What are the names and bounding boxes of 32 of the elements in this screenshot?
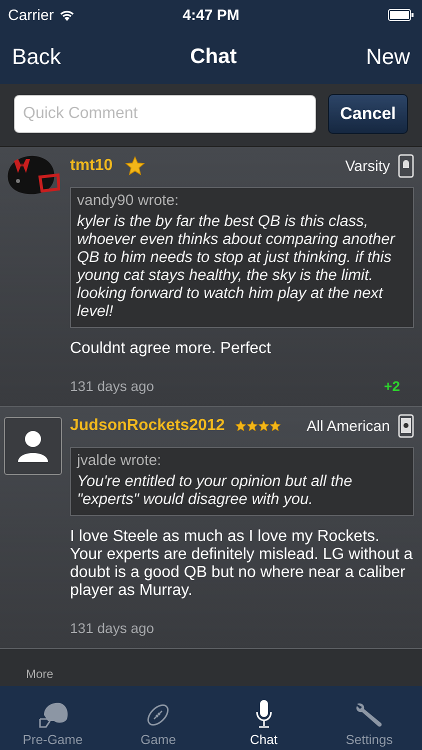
quick-comment-field[interactable]: Quick Comment (14, 95, 316, 133)
tab-bar-item[interactable]: Pre-Game (0, 686, 106, 750)
quote-author: vandy90 wrote: (77, 192, 180, 209)
username[interactable]: JudsonRockets2012 (70, 417, 225, 435)
rank-label: All American (306, 418, 390, 434)
username[interactable]: tmt10 (70, 157, 113, 175)
comment-text: Couldnt agree more. Perfect (70, 340, 272, 358)
battery-icon (388, 9, 414, 21)
microphone-icon (254, 699, 274, 729)
quote-text: You're entitled to your opinion but all the "experts" would disagree with you. (77, 473, 354, 509)
quote-author: jvalde wrote: (77, 452, 162, 469)
cancel-button[interactable]: Cancel (328, 94, 408, 134)
star-icon (124, 156, 145, 176)
tab-bar-item[interactable]: Game (106, 686, 211, 750)
wrench-icon (354, 701, 384, 729)
user-avatar-icon (4, 417, 62, 475)
new-button[interactable]: New (364, 42, 412, 72)
tab-bar-item[interactable]: Chat (211, 686, 316, 750)
quote-text: kyler is the by far the best QB is this class, whoever even thinks about comparing another QB to him needs to stop at just thinking. if this young cat stays healthy, the sky is the limit. looking forward to watch him play at the next level! (77, 213, 396, 321)
vote-count: +2 (384, 378, 400, 394)
post-time: 131 days ago (70, 378, 154, 394)
rank-label: Varsity (345, 158, 390, 174)
tab-bar-item[interactable]: Settings (316, 686, 422, 750)
stars-icon (234, 420, 281, 432)
status-time: 4:47 PM (182, 6, 240, 24)
more-link[interactable]: More (26, 667, 54, 681)
carrier-label: Carrier (8, 6, 54, 24)
wifi-icon (58, 9, 75, 21)
post-time: 131 days ago (70, 620, 154, 636)
comment-text: I love Steele as much as I love my Rockets. Your experts are definitely mislead. LG without a doubt is a good QB but no where near a caliber player as Murray. (70, 528, 414, 600)
back-button[interactable]: Back (10, 42, 63, 72)
screen-title: Chat (190, 45, 237, 69)
